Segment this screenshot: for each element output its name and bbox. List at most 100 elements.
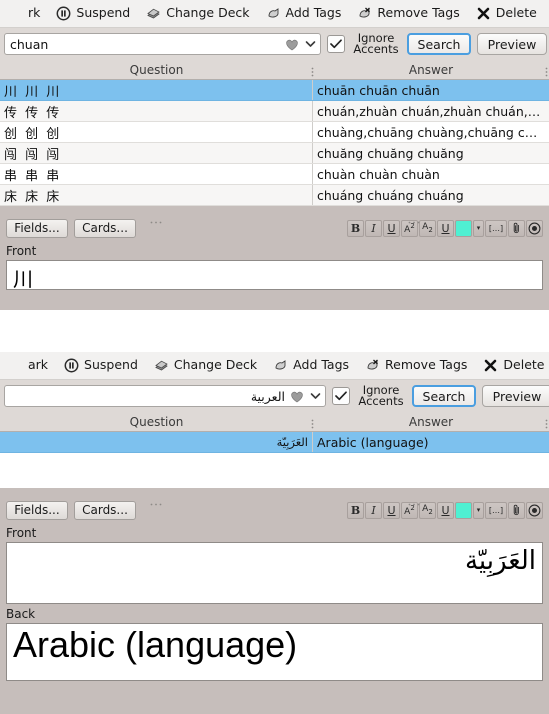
search-bar-2: العربية Ignore Accents Search Preview xyxy=(0,380,549,412)
table-editor-splitter-2[interactable] xyxy=(0,488,549,506)
cell-question: 创 创 创 xyxy=(0,122,313,142)
delete-action[interactable]: Delete xyxy=(468,0,545,28)
field-value: 川 xyxy=(13,267,33,290)
cloze-button[interactable]: […] xyxy=(485,501,507,519)
mark-action-2[interactable]: ark xyxy=(0,352,56,380)
cell-answer: chuān chuān chuān xyxy=(317,82,440,98)
column-header-question-2[interactable]: Question xyxy=(0,412,313,431)
suspend-action-2[interactable]: Suspend xyxy=(56,352,146,380)
table-row[interactable]: 传 传 传 chuán,zhuàn chuán,zhuàn chuán,… xyxy=(0,101,549,122)
fields-button[interactable]: Fields... xyxy=(6,218,68,238)
italic-button[interactable]: I xyxy=(365,501,382,519)
remove-formatting-button[interactable]: U xyxy=(437,219,454,237)
delete-action-label-2: Delete xyxy=(503,357,545,373)
bold-button[interactable]: B xyxy=(347,219,364,237)
field-editor[interactable]: العَرَبِيّة xyxy=(6,542,543,604)
column-splitter-handle-right[interactable] xyxy=(545,64,548,77)
attach-media-button[interactable] xyxy=(508,501,525,519)
delete-icon xyxy=(476,6,491,21)
change-color-button[interactable]: ▾ xyxy=(473,219,484,237)
change-deck-action-2[interactable]: Change Deck xyxy=(146,352,265,380)
chevron-down-icon[interactable] xyxy=(302,34,318,54)
note-fields: Front 川 xyxy=(0,241,549,290)
suspend-action-label: Suspend xyxy=(76,5,131,21)
mark-action[interactable]: rk xyxy=(0,0,48,28)
ignore-accents-label: Ignore Accents xyxy=(351,32,401,56)
suspend-action-label-2: Suspend xyxy=(84,357,138,373)
column-header-answer-2[interactable]: Answer xyxy=(313,412,549,431)
field-value: Arabic (language) xyxy=(13,624,298,665)
fields-button-2[interactable]: Fields... xyxy=(6,500,68,520)
browser-panel-chinese: rk Suspend Change Deck Add Tags Remove T… xyxy=(0,0,549,310)
field-editor[interactable]: 川 xyxy=(6,260,543,290)
search-button[interactable]: Search xyxy=(407,33,471,55)
delete-icon-2 xyxy=(483,358,498,373)
search-button-2[interactable]: Search xyxy=(412,385,476,407)
text-color-button[interactable] xyxy=(455,501,472,519)
search-input[interactable]: chuan xyxy=(4,33,321,55)
change-deck-action-label: Change Deck xyxy=(166,5,250,21)
remove-tags-action-2[interactable]: Remove Tags xyxy=(357,352,475,380)
delete-action-2[interactable]: Delete xyxy=(475,352,549,380)
preview-button[interactable]: Preview xyxy=(477,33,547,55)
heart-icon[interactable] xyxy=(284,37,300,52)
table-row[interactable]: 床 床 床 chuáng chuáng chuáng xyxy=(0,185,549,206)
suspend-action[interactable]: Suspend xyxy=(48,0,138,28)
search-input-2[interactable]: العربية xyxy=(4,385,326,407)
column-header-question[interactable]: Question xyxy=(0,60,313,79)
remove-formatting-button[interactable]: U xyxy=(437,501,454,519)
screenshot-root: rk Suspend Change Deck Add Tags Remove T… xyxy=(0,0,549,714)
format-button-group: B I U A2 A2 U ▾ […] xyxy=(347,219,543,237)
action-toolbar: rk Suspend Change Deck Add Tags Remove T… xyxy=(0,0,549,28)
column-splitter-handle-right-2[interactable] xyxy=(545,416,548,429)
heart-icon-2[interactable] xyxy=(289,389,305,404)
underline-button[interactable]: U xyxy=(383,501,400,519)
table-editor-splitter[interactable] xyxy=(0,206,549,224)
cards-table: Question Answer 川 川 川 chuān chuān chuān 传 … xyxy=(0,60,549,206)
change-deck-action-label-2: Change Deck xyxy=(173,357,258,373)
record-audio-button[interactable] xyxy=(526,501,543,519)
attach-media-button[interactable] xyxy=(508,219,525,237)
bold-button[interactable]: B xyxy=(347,501,364,519)
mark-action-label-2: ark xyxy=(28,357,49,373)
table-row[interactable]: 川 川 川 chuān chuān chuān xyxy=(0,80,549,101)
remove-tags-action-label-2: Remove Tags xyxy=(385,357,468,373)
ignore-accents-checkbox-2[interactable] xyxy=(332,387,350,405)
remove-tags-action[interactable]: Remove Tags xyxy=(349,0,467,28)
table-row[interactable]: 串 串 串 chuàn chuàn chuàn xyxy=(0,164,549,185)
field-label: Front xyxy=(0,523,549,542)
field-editor[interactable]: Arabic (language) xyxy=(6,623,543,681)
column-header-answer[interactable]: Answer xyxy=(313,60,549,79)
splitter-dots-right-2 xyxy=(408,491,422,510)
cell-answer: chuáng chuáng chuáng xyxy=(317,187,464,203)
add-tags-action[interactable]: Add Tags xyxy=(258,0,350,28)
chevron-down-icon-2[interactable] xyxy=(307,386,323,406)
ignore-accents-label-line2-2: Accents xyxy=(358,394,404,408)
ignore-accents-checkbox[interactable] xyxy=(327,35,345,53)
record-audio-button[interactable] xyxy=(526,219,543,237)
text-color-button[interactable] xyxy=(455,219,472,237)
cloze-button[interactable]: […] xyxy=(485,219,507,237)
cards-button-2[interactable]: Cards... xyxy=(74,500,136,520)
action-toolbar-2: ark Suspend Change Deck Add Tags Remove … xyxy=(0,352,549,380)
italic-button[interactable]: I xyxy=(365,219,382,237)
cards-table-2: Question Answer العَرَبِيّة Arabic (langu… xyxy=(0,412,549,488)
search-input-value-2: العربية xyxy=(250,388,285,404)
editor-toolbar: Fields... Cards... B I U A2 A2 U ▾ […] xyxy=(0,215,549,241)
underline-button[interactable]: U xyxy=(383,219,400,237)
remove-tags-action-label: Remove Tags xyxy=(377,5,460,21)
preview-button-2[interactable]: Preview xyxy=(482,385,549,407)
add-tags-icon-2 xyxy=(273,358,288,373)
cards-button[interactable]: Cards... xyxy=(74,218,136,238)
table-row[interactable]: 创 创 创 chuàng,chuāng chuàng,chuāng c… xyxy=(0,122,549,143)
table-row[interactable]: العَرَبِيّة Arabic (language) xyxy=(0,432,549,453)
delete-action-label: Delete xyxy=(495,5,537,21)
cell-question: 床 床 床 xyxy=(0,185,313,205)
table-row[interactable]: 闯 闯 闯 chuăng chuăng chuăng xyxy=(0,143,549,164)
table-header-row-2: Question Answer xyxy=(0,412,549,432)
add-tags-action-2[interactable]: Add Tags xyxy=(265,352,357,380)
table-header-row: Question Answer xyxy=(0,60,549,80)
change-deck-action[interactable]: Change Deck xyxy=(138,0,257,28)
change-color-button[interactable]: ▾ xyxy=(473,501,484,519)
splitter-dots-left-2 xyxy=(150,491,164,510)
